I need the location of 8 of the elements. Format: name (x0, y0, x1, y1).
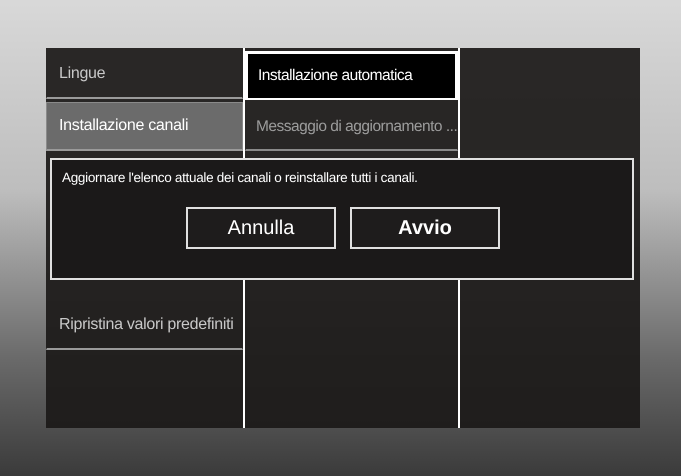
menu-item[interactable]: Installazione canali (46, 102, 243, 151)
submenu-item[interactable]: Installazione automatica (245, 51, 458, 100)
dialog-message: Aggiornare l'elenco attuale dei canali o reinstallare tutti i canali. (62, 170, 419, 185)
submenu-item[interactable]: Messaggio di aggiornamento ... (245, 104, 458, 151)
dialog-button[interactable]: Avvio (350, 207, 500, 249)
menu-item[interactable]: Lingue (46, 50, 243, 99)
menu-item[interactable]: Ripristina valori predefiniti (46, 301, 243, 350)
dialog-button[interactable]: Annulla (186, 207, 336, 249)
